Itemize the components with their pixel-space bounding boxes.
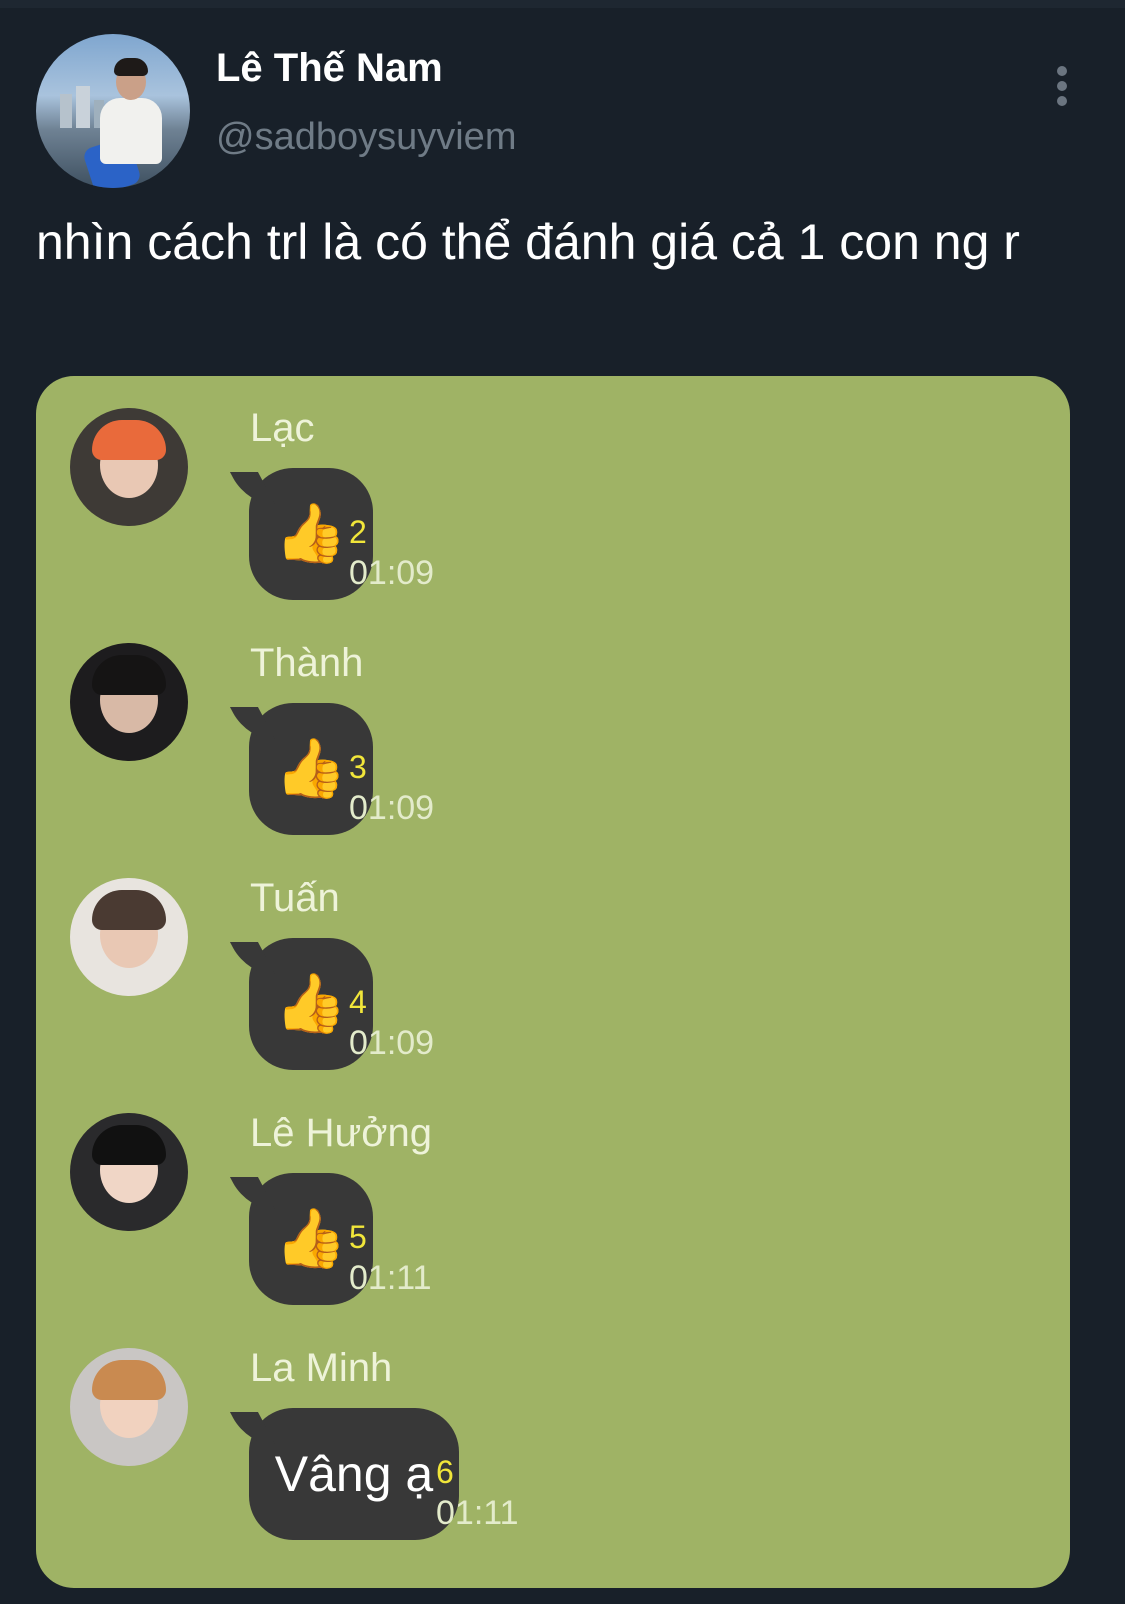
chat-screenshot[interactable]: Lạc 👍 2 01:09 Thành 👍 3 01:09 Tuấn 👍 4 0… <box>36 376 1070 1588</box>
tweet-text: nhìn cách trl là có thể đánh giá cả 1 co… <box>36 214 1020 270</box>
thumbs-up-icon: 👍 <box>274 736 348 801</box>
author-name[interactable]: Lê Thế Nam <box>216 46 443 91</box>
read-count: 3 <box>349 749 367 785</box>
read-count: 5 <box>349 1219 367 1255</box>
chat-message: La Minh Vâng ạ 6 01:11 <box>36 1316 1070 1540</box>
sender-avatar <box>70 408 188 526</box>
thumbs-up-icon: 👍 <box>274 501 348 566</box>
thumbs-up-icon: 👍 <box>274 971 348 1036</box>
thumbs-up-icon: 👍 <box>274 1206 348 1271</box>
chat-message: Lạc 👍 2 01:09 <box>36 376 1070 600</box>
chat-message: Tuấn 👍 4 01:09 <box>36 846 1070 1070</box>
sender-avatar <box>70 1113 188 1231</box>
more-vertical-icon[interactable] <box>1052 66 1072 106</box>
message-time: 01:09 <box>349 789 435 827</box>
message-time: 01:11 <box>436 1494 519 1532</box>
read-count: 6 <box>436 1454 454 1490</box>
sender-avatar <box>70 1348 188 1466</box>
sender-name: La Minh <box>250 1346 393 1390</box>
sender-name: Tuấn <box>250 876 340 920</box>
message-bubble[interactable]: Vâng ạ <box>229 1408 459 1540</box>
chat-message: Lê Hưởng 👍 5 01:11 <box>36 1081 1070 1305</box>
author-avatar[interactable] <box>36 34 190 188</box>
read-count: 2 <box>349 514 367 550</box>
message-time: 01:11 <box>349 1259 432 1297</box>
sender-name: Lê Hưởng <box>250 1111 432 1155</box>
top-divider <box>0 0 1125 8</box>
sender-name: Thành <box>250 641 364 685</box>
chat-message: Thành 👍 3 01:09 <box>36 611 1070 835</box>
sender-avatar <box>70 878 188 996</box>
message-time: 01:09 <box>349 1024 435 1062</box>
message-time: 01:09 <box>349 554 435 592</box>
sender-name: Lạc <box>250 406 315 450</box>
read-count: 4 <box>349 984 367 1020</box>
author-handle[interactable]: @sadboysuyviem <box>216 116 516 159</box>
sender-avatar <box>70 643 188 761</box>
